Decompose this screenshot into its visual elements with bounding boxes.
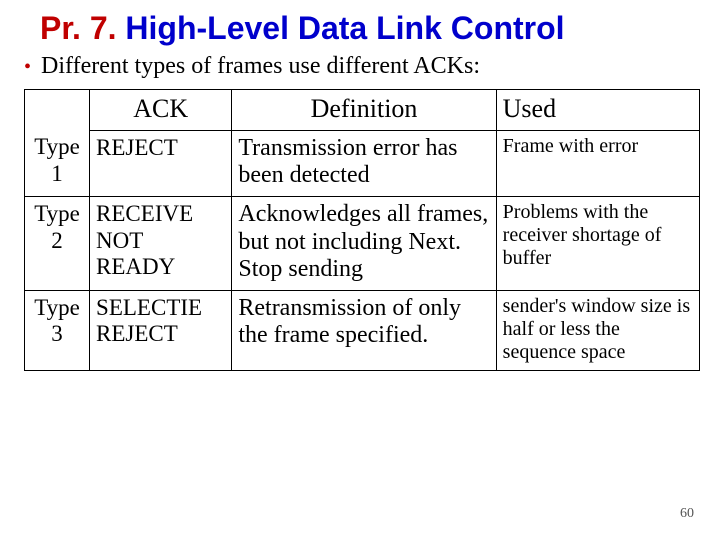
bullet-text: Different types of frames use different … — [41, 53, 480, 80]
th-def: Definition — [232, 90, 496, 131]
table-header-row: ACK Definition Used — [25, 90, 700, 131]
table-row: Type 1 REJECT Transmission error has bee… — [25, 130, 700, 196]
cell-used: Problems with the receiver shortage of b… — [496, 197, 699, 291]
cell-ack: REJECT — [90, 130, 232, 196]
table-row: Type 3 SELECTIE REJECT Retransmission of… — [25, 290, 700, 370]
th-type — [25, 90, 90, 131]
cell-type: Type 3 — [25, 290, 90, 370]
cell-def: Retransmission of only the frame specifi… — [232, 290, 496, 370]
bullet-dot-icon: • — [24, 53, 31, 81]
cell-def: Transmission error has been detected — [232, 130, 496, 196]
title-rest: High-Level Data Link Control — [117, 10, 565, 46]
cell-used: sender's window size is half or less the… — [496, 290, 699, 370]
page-number: 60 — [680, 506, 694, 522]
cell-type: Type 2 — [25, 197, 90, 291]
cell-def: Acknowledges all frames, but not includi… — [232, 197, 496, 291]
cell-ack: SELECTIE REJECT — [90, 290, 232, 370]
th-ack: ACK — [90, 90, 232, 131]
slide-title: Pr. 7. High-Level Data Link Control — [0, 0, 720, 51]
cell-ack: RECEIVE NOT READY — [90, 197, 232, 291]
cell-used: Frame with error — [496, 130, 699, 196]
table-row: Type 2 RECEIVE NOT READY Acknowledges al… — [25, 197, 700, 291]
cell-type: Type 1 — [25, 130, 90, 196]
ack-table: ACK Definition Used Type 1 REJECT Transm… — [24, 89, 700, 371]
title-prefix: Pr. 7. — [40, 10, 117, 46]
bullet-line: • Different types of frames use differen… — [0, 51, 720, 89]
th-used: Used — [496, 90, 699, 131]
